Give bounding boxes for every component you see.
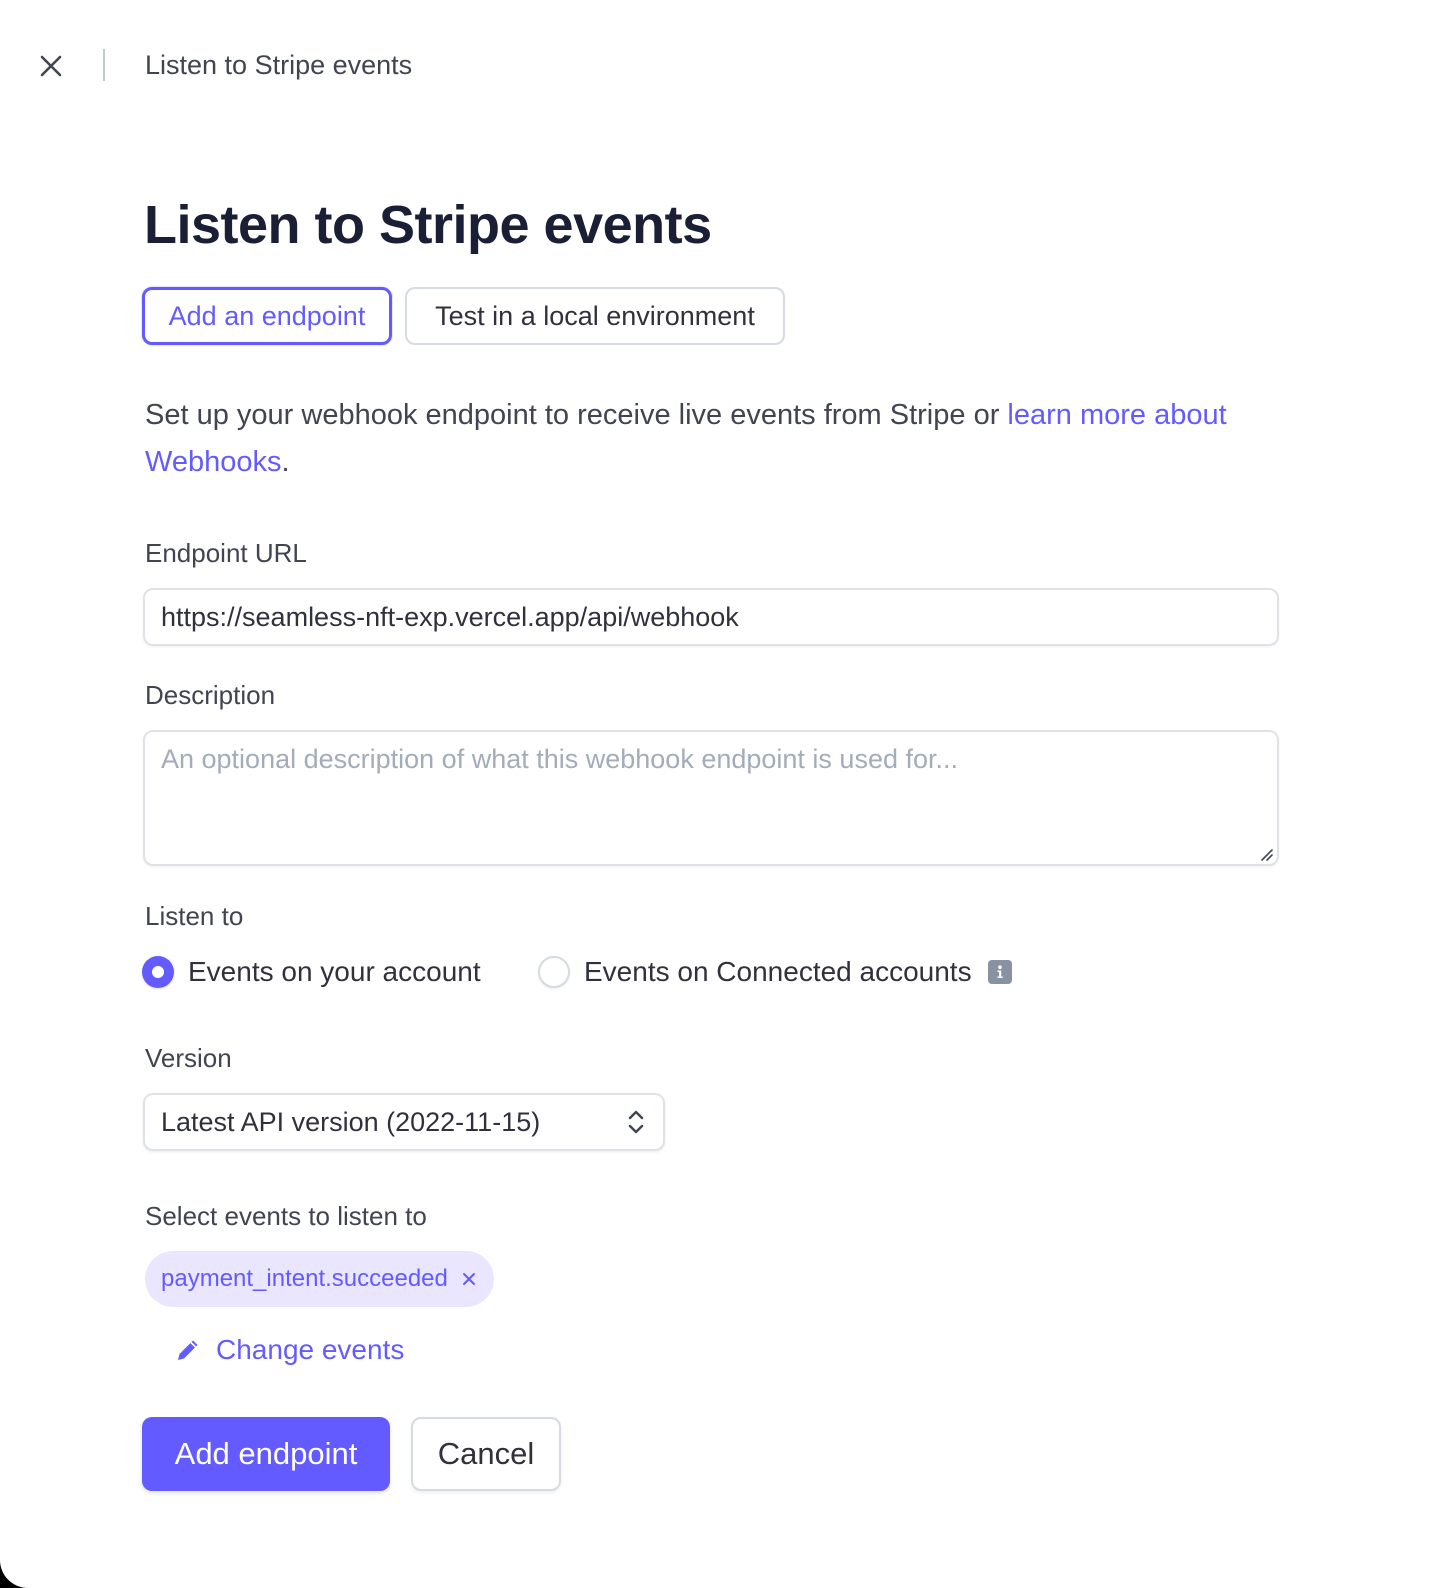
pencil-icon <box>178 1340 198 1360</box>
radio-label-your-account: Events on your account <box>188 956 481 987</box>
info-icon[interactable] <box>987 960 1012 984</box>
modal-panel: Listen to Stripe events Listen to Stripe… <box>0 0 1438 1588</box>
intro-text: Set up your webhook endpoint to receive … <box>145 392 1295 486</box>
chevron-up-down-icon <box>625 1107 647 1137</box>
cancel-button[interactable]: Cancel <box>411 1417 561 1491</box>
radio-label-connected-accounts: Events on Connected accounts <box>584 956 972 987</box>
change-events-link[interactable]: Change events <box>174 1330 404 1370</box>
header-title: Listen to Stripe events <box>145 50 413 80</box>
api-version-select[interactable]: Latest API version (2022-11-15) <box>143 1093 665 1151</box>
radio-checked-icon[interactable] <box>142 956 174 988</box>
radio-events-on-connected-accounts[interactable]: Events on Connected accounts <box>538 952 1012 992</box>
endpoint-url-input[interactable] <box>143 588 1279 646</box>
listen-to-label: Listen to <box>145 901 244 931</box>
intro-text-body: Set up your webhook endpoint to receive … <box>145 399 1008 431</box>
page-title: Listen to Stripe events <box>144 195 712 255</box>
description-label: Description <box>145 680 276 710</box>
radio-events-on-your-account[interactable]: Events on your account <box>142 952 481 992</box>
version-label: Version <box>145 1043 232 1073</box>
tab-test-local-environment[interactable]: Test in a local environment <box>405 287 785 345</box>
description-textarea[interactable] <box>143 730 1279 866</box>
change-events-label: Change events <box>216 1334 405 1365</box>
event-chip: payment_intent.succeeded <box>145 1251 494 1307</box>
intro-text-suffix: . <box>281 446 290 478</box>
select-events-label: Select events to listen to <box>145 1201 427 1231</box>
resize-handle-icon[interactable] <box>1258 846 1274 862</box>
header-divider <box>103 49 105 81</box>
close-icon <box>40 55 62 77</box>
event-chip-label: payment_intent.succeeded <box>161 1265 448 1292</box>
endpoint-url-label: Endpoint URL <box>145 538 307 568</box>
modal-header: Listen to Stripe events <box>0 0 1438 132</box>
radio-unchecked-icon[interactable] <box>538 956 570 988</box>
api-version-value: Latest API version (2022-11-15) <box>161 1106 541 1137</box>
add-endpoint-button[interactable]: Add endpoint <box>142 1417 390 1491</box>
close-button[interactable] <box>34 49 68 83</box>
chip-remove-icon[interactable] <box>460 1270 478 1288</box>
tab-add-endpoint[interactable]: Add an endpoint <box>142 287 392 345</box>
